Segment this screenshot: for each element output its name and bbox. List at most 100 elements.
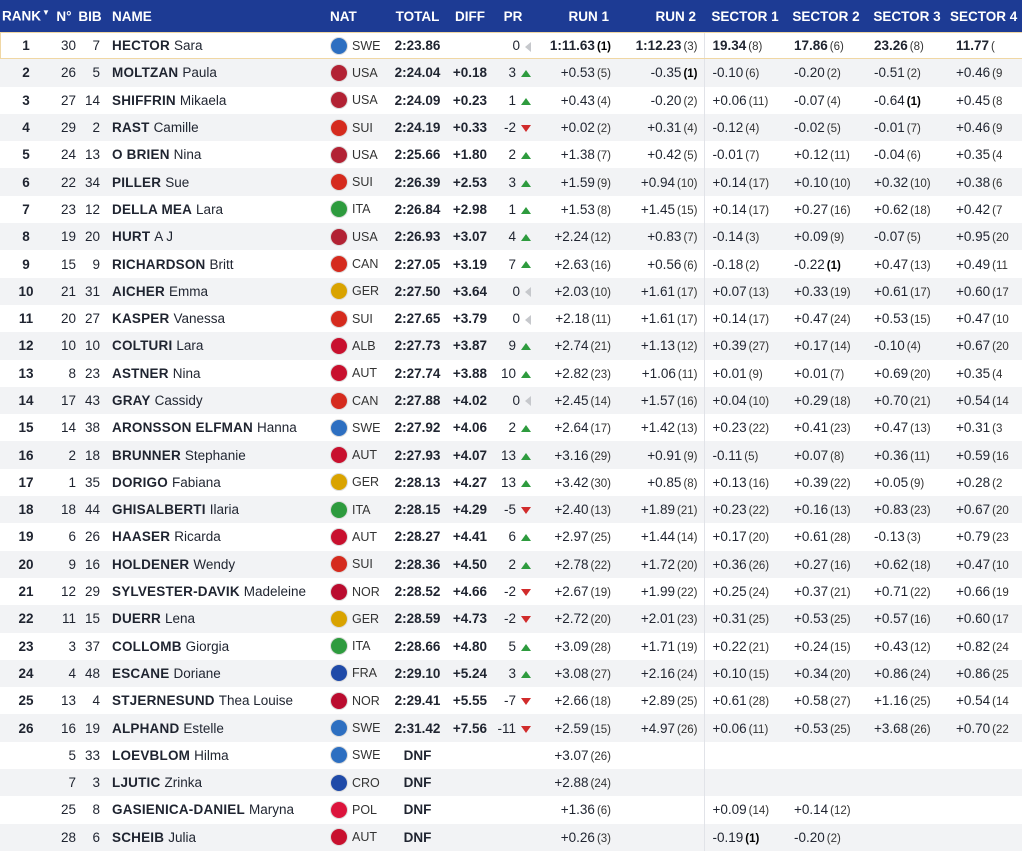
athlete-first-name: Wendy [193,556,236,572]
col-pr[interactable]: PR [493,0,533,32]
name-cell[interactable]: HURT A J [104,223,330,250]
table-row[interactable]: 21 12 29 SYLVESTER-DAVIK Madeleine NOR 2:28.52… [0,577,1022,606]
run1-value: +2.40 [554,502,589,518]
name-cell[interactable]: COLTURI Lara [104,332,330,359]
rank-cell: 24 [0,660,52,687]
table-row[interactable]: 7 3 LJUTIC Zrinka CRO DNF +2.88 (24) [0,769,1022,797]
table-row[interactable]: 18 18 44 GHISALBERTI Ilaria ITA 2:28.15 +4.29 -5… [0,496,1022,524]
table-row[interactable]: 5 24 13 O BRIEN Nina USA 2:25.66 +1.80 2 +1.38 (7)… [0,141,1022,169]
name-cell[interactable]: COLLOMB Giorgia [104,633,330,660]
s4-value: +0.54 [956,693,991,709]
name-cell[interactable]: LJUTIC Zrinka [104,769,330,796]
s3-value: -0.07 [874,229,905,245]
table-row[interactable]: 25 8 GASIENICA-DANIEL Maryna POL DNF +1.36 (6) +… [0,796,1022,824]
sort-down-icon[interactable]: ▼ [42,8,50,17]
name-cell[interactable]: BRUNNER Stephanie [104,441,330,468]
table-row[interactable]: 16 2 18 BRUNNER Stephanie AUT 2:27.93 +4.07 13 +3… [0,441,1022,469]
name-cell[interactable]: RAST Camille [104,114,330,141]
s2-cell: +0.17 (14) [786,332,866,359]
s3-rank: (7) [906,123,921,136]
bib-cell: 6 [76,824,104,851]
col-no[interactable]: N° [52,0,76,32]
col-nat[interactable]: NAT [330,0,388,32]
table-row[interactable]: 15 14 38 ARONSSON ELFMAN Hanna SWE 2:27.92 +4.0… [0,414,1022,442]
name-cell[interactable]: SHIFFRIN Mikaela [104,87,330,114]
col-rank[interactable]: RANK▼ [0,0,52,32]
table-row[interactable]: 3 27 14 SHIFFRIN Mikaela USA 2:24.09 +0.23 1 +0.4… [0,86,1022,114]
table-row[interactable]: 5 33 LOEVBLOM Hilma SWE DNF +3.07 (26) [0,741,1022,770]
name-cell[interactable]: AICHER Emma [104,278,330,305]
table-row[interactable]: 8 19 20 HURT A J USA 2:26.93 +3.07 4 +2.24 (12) +0.… [0,223,1022,251]
name-cell[interactable]: ARONSSON ELFMAN Hanna [104,414,330,441]
s3-cell: +0.57 (16) [866,605,948,632]
rank-cell: 14 [0,387,52,414]
table-row[interactable]: 2 26 5 MOLTZAN Paula USA 2:24.04 +0.18 3 +0.53 (5)… [0,59,1022,87]
table-row[interactable]: 17 1 35 DORIGO Fabiana GER 2:28.13 +4.27 13 +3.42… [0,468,1022,497]
table-row[interactable]: 13 8 23 ASTNER Nina AUT 2:27.74 +3.88 10 +2.82 (23… [0,359,1022,387]
s4-rank: (9 [992,68,1003,81]
name-cell[interactable]: PILLER Sue [104,168,330,195]
col-run2[interactable]: RUN 2 [617,0,704,32]
col-bib[interactable]: BIB [76,0,104,32]
name-cell[interactable]: HECTOR Sara [104,32,330,59]
name-cell[interactable]: GASIENICA-DANIEL Maryna [104,796,330,823]
table-row[interactable]: 10 21 31 AICHER Emma GER 2:27.50 +3.64 0 +2.03 (10… [0,277,1022,305]
rank: 13 [18,365,34,381]
col-sector2[interactable]: SECTOR 2 [786,0,866,32]
name-cell[interactable]: DELLA MEA Lara [104,196,330,223]
table-row[interactable]: 19 6 26 HAASER Ricarda AUT 2:28.27 +4.41 6 +2.97(… [0,523,1022,551]
table-row[interactable]: 9 15 9 RICHARDSON Britt CAN 2:27.05 +3.19 7 +2.63… [0,250,1022,278]
s2-cell: 17.86 (6) [786,32,866,59]
name-cell[interactable]: ASTNER Nina [104,360,330,387]
table-row[interactable]: 28 6 SCHEIB Julia AUT DNF +0.26 (3) -0.19 (1) -0.2… [0,823,1022,851]
name-cell[interactable]: SCHEIB Julia [104,824,330,851]
start-number: 14 [60,420,76,436]
diff-cell [447,742,493,769]
table-row[interactable]: 23 3 37 COLLOMB Giorgia ITA 2:28.66 +4.80 5 +3.09… [0,632,1022,660]
total-cell: 2:24.09 [388,87,447,114]
col-run1[interactable]: RUN 1 [533,0,617,32]
run2-cell: +0.83 (7) [617,223,704,250]
name-cell[interactable]: LOEVBLOM Hilma [104,742,330,769]
s3-rank: (4) [906,341,921,354]
name-cell[interactable]: ALPHAND Estelle [104,714,330,741]
name-cell[interactable]: STJERNESUND Thea Louise [104,687,330,714]
table-row[interactable]: 4 29 2 RAST Camille SUI 2:24.19 +0.33 -2 +0.02 (2)… [0,113,1022,142]
table-row[interactable]: 12 10 10 COLTURI Lara ALB 2:27.73 +3.87 9 +2.74 (2… [0,332,1022,360]
table-row[interactable]: 22 11 15 DUERR Lena GER 2:28.59 +4.73 -2 +2.72 (20… [0,605,1022,633]
table-row[interactable]: 11 20 27 KASPER Vanessa SUI 2:27.65 +3.79 0 +2.18… [0,304,1022,333]
table-row[interactable]: 20 9 16 HOLDENER Wendy SUI 2:28.36 +4.50 2 +2.78(… [0,550,1022,578]
name-cell[interactable]: O BRIEN Nina [104,141,330,168]
table-row[interactable]: 14 17 43 GRAY Cassidy CAN 2:27.88 +4.02 0 +2.45 (1… [0,386,1022,415]
table-row[interactable]: 24 4 48 ESCANE Doriane FRA 2:29.10 +5.24 3 +3.08(… [0,659,1022,688]
table-row[interactable]: 6 22 34 PILLER Sue SUI 2:26.39 +2.53 3 +1.59 (9) +0… [0,168,1022,196]
total-cell: 2:27.05 [388,250,447,277]
flag-cro-icon [330,773,348,792]
bib-cell: 4 [76,687,104,714]
name-cell[interactable]: DUERR Lena [104,605,330,632]
name-cell[interactable]: MOLTZAN Paula [104,59,330,86]
name-cell[interactable]: HOLDENER Wendy [104,551,330,578]
run1-rank: (3) [596,832,611,845]
col-sector3[interactable]: SECTOR 3 [866,0,948,32]
col-sector4[interactable]: SECTOR 4 [948,0,1022,32]
table-row[interactable]: 26 16 19 ALPHAND Estelle SWE 2:31.42 +7.56 -11 +2… [0,714,1022,742]
col-total[interactable]: TOTAL [388,0,447,32]
name-cell[interactable]: GRAY Cassidy [104,387,330,414]
name-cell[interactable]: DORIGO Fabiana [104,469,330,496]
name-cell[interactable]: ESCANE Doriane [104,660,330,687]
name-cell[interactable]: GHISALBERTI Ilaria [104,496,330,523]
col-diff[interactable]: DIFF [447,0,493,32]
table-row[interactable]: 25 13 4 STJERNESUND Thea Louise NOR 2:29.41 +5.… [0,687,1022,715]
s4-value: +0.46 [956,120,991,136]
table-row[interactable]: 7 23 12 DELLA MEA Lara ITA 2:26.84 +2.98 1 +1.53(… [0,195,1022,224]
s3-value: +0.71 [874,584,909,600]
name-cell[interactable]: KASPER Vanessa [104,305,330,332]
col-sector1[interactable]: SECTOR 1 [704,0,786,32]
name-cell[interactable]: RICHARDSON Britt [104,250,330,277]
name-cell[interactable]: SYLVESTER-DAVIK Madeleine [104,578,330,605]
table-row[interactable]: 1 30 7 HECTOR Sara SWE 2:23.86 0 1:11.63 (1) 1:12.… [0,32,1022,60]
name-cell[interactable]: HAASER Ricarda [104,523,330,550]
s3-value: +0.61 [874,283,909,299]
col-name[interactable]: NAME [104,0,330,32]
